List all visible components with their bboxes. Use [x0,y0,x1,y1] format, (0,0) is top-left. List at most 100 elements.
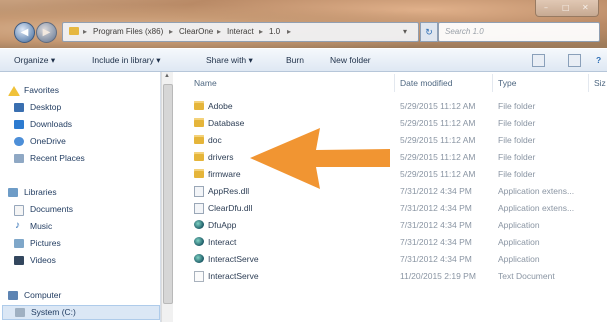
breadcrumb-separator: ▸ [83,27,88,36]
column-header-size[interactable]: Siz [594,78,606,88]
scroll-up-icon[interactable]: ▲ [164,73,170,79]
refresh-icon[interactable]: ↻ [420,22,438,42]
dll-icon [194,203,204,214]
file-date: 7/31/2012 4:34 PM [400,220,472,230]
include-in-library-button[interactable]: Include in library ▾ [92,55,161,66]
minimize-icon[interactable]: – [544,3,548,12]
dll-icon [194,186,204,197]
column-divider[interactable] [394,74,395,92]
file-row[interactable]: InteractServe 11/20/2015 2:19 PM Text Do… [174,268,607,284]
organize-button[interactable]: Organize ▾ [14,55,55,66]
nav-system-c[interactable]: System (C:) [2,305,160,320]
breadcrumb-separator: ▸ [287,27,292,36]
file-type: Text Document [498,271,555,281]
text-document-icon [194,271,204,282]
file-row[interactable]: Adobe 5/29/2015 11:12 AM File folder [174,98,607,114]
new-folder-button[interactable]: New folder [330,55,371,65]
folder-icon [194,118,204,127]
file-date: 5/29/2015 11:12 AM [400,118,476,128]
file-row[interactable]: ClearDfu.dll 7/31/2012 4:34 PM Applicati… [174,200,607,216]
file-name: Database [208,118,245,128]
share-with-button[interactable]: Share with ▾ [206,55,253,66]
breadcrumb-interact[interactable]: Interact [227,27,254,36]
file-row-drivers[interactable]: drivers 5/29/2015 11:12 AM File folder [174,149,607,165]
file-row[interactable]: doc 5/29/2015 11:12 AM File folder [174,132,607,148]
file-name: AppRes.dll [208,186,250,196]
file-name: InteractServe [208,254,259,264]
file-type: File folder [498,135,536,145]
burn-button[interactable]: Burn [286,55,304,65]
file-type: Application [498,254,540,264]
desktop-icon [14,103,24,112]
scroll-thumb[interactable] [163,84,173,304]
file-date: 7/31/2012 4:34 PM [400,203,472,213]
breadcrumb-program-files[interactable]: Program Files (x86) [93,27,163,36]
command-toolbar: Organize ▾ Include in library ▾ Share wi… [0,49,607,72]
file-date: 5/29/2015 11:12 AM [400,152,476,162]
file-name: Adobe [208,101,233,111]
file-name: doc [208,135,222,145]
breadcrumb-separator: ▸ [169,27,174,36]
close-icon[interactable]: ✕ [582,3,589,12]
search-placeholder: Search 1.0 [445,27,484,36]
file-type: Application extens... [498,186,575,196]
breadcrumb-1-0[interactable]: 1.0 [269,27,280,36]
file-name: Interact [208,237,237,247]
maximize-icon[interactable]: □ [562,3,570,12]
file-date: 5/29/2015 11:12 AM [400,135,476,145]
preview-pane-icon[interactable] [568,54,581,67]
folder-icon [194,135,204,144]
folder-icon [194,152,204,161]
file-date: 7/31/2012 4:34 PM [400,254,472,264]
chevron-down-icon[interactable]: ▾ [403,27,407,36]
file-type: Application [498,237,540,247]
views-icon[interactable] [532,54,545,67]
search-input[interactable]: Search 1.0 [438,22,600,42]
file-name: drivers [208,152,234,162]
column-divider[interactable] [492,74,493,92]
breadcrumb-separator: ▸ [217,27,222,36]
videos-icon [14,256,24,265]
app-icon [194,237,204,246]
downloads-icon [14,120,24,129]
back-button[interactable]: ◀ [14,22,35,43]
column-header-type[interactable]: Type [498,78,516,88]
file-row[interactable]: InteractServe 7/31/2012 4:34 PM Applicat… [174,251,607,267]
pictures-icon [14,239,24,248]
folder-icon [194,101,204,110]
file-date: 7/31/2012 4:34 PM [400,186,472,196]
nav-scrollbar[interactable]: ▲ [161,72,173,322]
navigation-pane: Favorites Desktop Downloads OneDrive Rec… [0,72,161,322]
folder-icon [194,169,204,178]
column-header-date[interactable]: Date modified [400,78,452,88]
title-bar: – □ ✕ ◀ ▶ ▸ Program Files (x86) ▸ ClearO… [0,0,607,48]
file-row[interactable]: DfuApp 7/31/2012 4:34 PM Application [174,217,607,233]
column-header-name[interactable]: Name [194,78,217,88]
file-date: 5/29/2015 11:12 AM [400,169,476,179]
file-row[interactable]: firmware 5/29/2015 11:12 AM File folder [174,166,607,182]
file-name: firmware [208,169,241,179]
cloud-icon [14,137,24,146]
help-icon[interactable]: ? [596,55,601,65]
file-type: File folder [498,118,536,128]
file-type: File folder [498,101,536,111]
forward-button[interactable]: ▶ [36,22,57,43]
window-controls[interactable]: – □ ✕ [535,0,599,17]
file-type: File folder [498,169,536,179]
file-row[interactable]: Database 5/29/2015 11:12 AM File folder [174,115,607,131]
file-name: ClearDfu.dll [208,203,253,213]
folder-icon [69,27,79,35]
file-type: Application [498,220,540,230]
address-bar[interactable]: ▸ Program Files (x86) ▸ ClearOne ▸ Inter… [62,22,419,42]
file-type: File folder [498,152,536,162]
breadcrumb-separator: ▸ [259,27,264,36]
app-icon [194,220,204,229]
file-row[interactable]: AppRes.dll 7/31/2012 4:34 PM Application… [174,183,607,199]
file-date: 5/29/2015 11:12 AM [400,101,476,111]
computer-icon [8,291,18,300]
music-icon: ♪ [15,220,20,231]
file-row[interactable]: Interact 7/31/2012 4:34 PM Application [174,234,607,250]
file-name: InteractServe [208,271,259,281]
breadcrumb-clearone[interactable]: ClearOne [179,27,213,36]
column-divider[interactable] [588,74,589,92]
